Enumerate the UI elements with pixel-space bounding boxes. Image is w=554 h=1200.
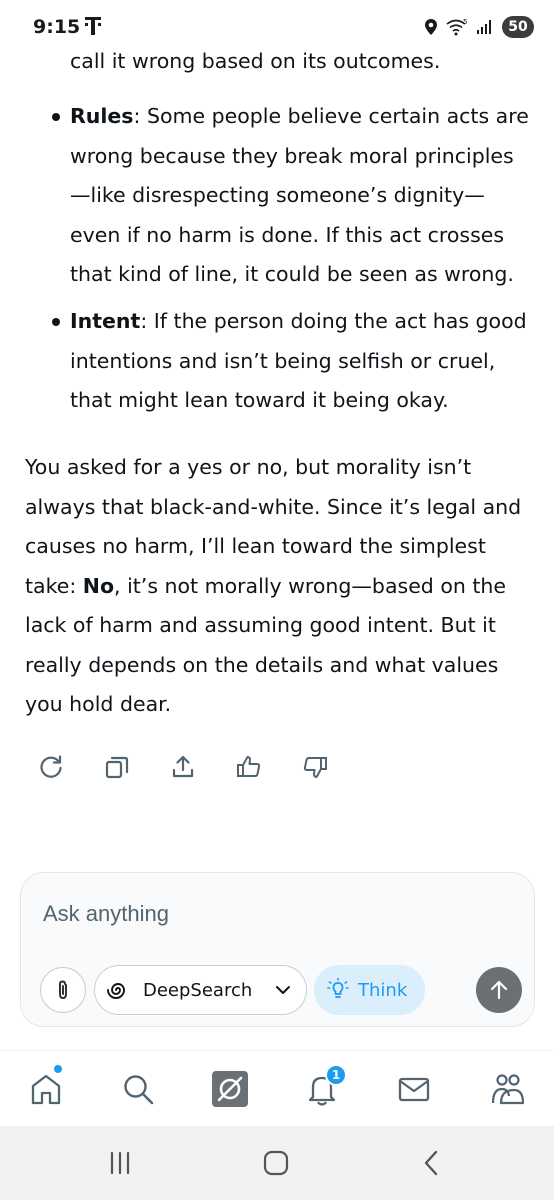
home-system-icon [263, 1150, 289, 1176]
recents-button[interactable] [102, 1148, 138, 1178]
svg-text:5: 5 [463, 18, 467, 26]
share-icon [172, 755, 194, 778]
location-icon [425, 19, 437, 35]
think-label: Think [358, 979, 408, 1001]
regenerate-icon [40, 755, 62, 778]
response-actions [36, 752, 330, 782]
battery-indicator: 50 [502, 16, 534, 38]
recents-icon [110, 1151, 130, 1175]
nav-grok[interactable] [210, 1069, 250, 1109]
bullet-dot [52, 113, 60, 121]
dislike-button[interactable] [300, 752, 330, 782]
paperclip-icon [59, 980, 67, 1000]
nav-communities[interactable] [488, 1069, 528, 1109]
home-system-button[interactable] [258, 1148, 294, 1178]
deepsearch-icon [107, 983, 125, 999]
arrow-up-icon [490, 980, 508, 1000]
bullet-rules: Rules: Some people believe certain acts … [52, 97, 540, 295]
t-mobile-logo-icon [85, 17, 101, 35]
search-icon [124, 1075, 154, 1105]
system-nav-bar [0, 1126, 554, 1200]
answer-verdict: No [82, 573, 115, 598]
thumbs-up-icon [237, 756, 261, 777]
messages-icon [398, 1077, 430, 1102]
bullet-dot [52, 318, 60, 326]
nav-search[interactable] [118, 1069, 158, 1109]
status-time: 9:15 [33, 16, 81, 38]
deepsearch-button[interactable]: DeepSearch [94, 965, 307, 1015]
like-button[interactable] [234, 752, 264, 782]
bullet-term: Intent [70, 309, 141, 333]
back-button[interactable] [414, 1148, 450, 1178]
deepsearch-label: DeepSearch [143, 979, 253, 1001]
chevron-down-icon[interactable] [272, 979, 294, 1001]
copy-button[interactable] [102, 752, 132, 782]
copy-icon [105, 756, 129, 779]
answer-paragraph: You asked for a yes or no, but morality … [25, 455, 522, 716]
thumbs-down-icon [303, 757, 327, 778]
ask-input[interactable] [43, 901, 503, 927]
bullet-intent: Intent: If the person doing the act has … [52, 302, 540, 421]
share-button[interactable] [168, 752, 198, 782]
home-unread-dot [54, 1065, 62, 1073]
notification-badge: 1 [325, 1064, 347, 1086]
think-button[interactable]: Think [314, 965, 425, 1015]
regenerate-button[interactable] [36, 752, 66, 782]
nav-messages[interactable] [394, 1069, 434, 1109]
signal-icon [477, 20, 491, 34]
communities-icon [491, 1074, 525, 1105]
home-icon [31, 1074, 61, 1105]
attach-button[interactable] [40, 967, 86, 1013]
nav-home[interactable] [26, 1069, 66, 1109]
send-button[interactable] [476, 967, 522, 1013]
compose-box: DeepSearch Think [20, 872, 535, 1027]
bullet-term: Rules [70, 104, 134, 128]
lightbulb-icon [327, 977, 349, 998]
grok-icon [212, 1071, 248, 1107]
back-icon [424, 1150, 438, 1176]
wifi-icon: 5 [446, 18, 467, 36]
bottom-nav: 1 [0, 1050, 554, 1126]
response-text-line: call it wrong based on its outcomes. [70, 49, 441, 73]
